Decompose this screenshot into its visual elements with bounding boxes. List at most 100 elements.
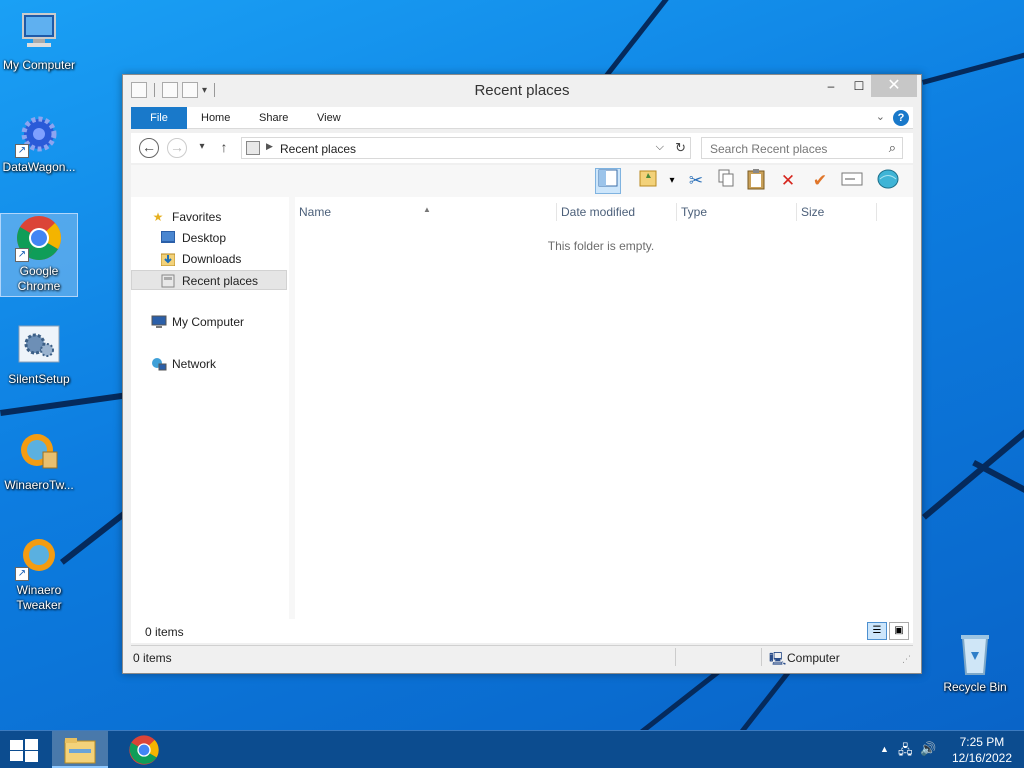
ribbon-tabs: File Home Share View ⌄ ? [131, 107, 913, 129]
nav-item-label: Desktop [182, 231, 227, 245]
preview-pane-button[interactable] [595, 168, 621, 194]
desktop-icon-label: Winaero Tweaker [16, 583, 62, 612]
desktop-icon [161, 231, 175, 245]
taskbar-file-explorer[interactable] [52, 731, 108, 768]
window-title: Recent places [474, 82, 570, 99]
nav-item-downloads[interactable]: Downloads [131, 249, 287, 269]
close-button[interactable]: ✕ [871, 75, 917, 97]
command-toolbar: ▾ ✂ ✕ ✔ [131, 165, 913, 197]
status-bar: 0 items 🖳 Computer ⋰ [131, 645, 913, 667]
column-label: Name [299, 205, 332, 219]
shortcut-arrow-icon: ↗ [15, 144, 29, 158]
back-button[interactable]: ← [139, 138, 159, 158]
address-path[interactable]: Recent places [280, 142, 356, 156]
status-location: Computer [787, 651, 840, 665]
explorer-window: ▾ Recent places – ☐ ✕ File Home Share Vi… [122, 74, 922, 674]
recent-places-icon [246, 141, 260, 155]
file-list: Name ▲ Date modified Type Size This fold… [295, 197, 913, 619]
desktop-icon-winaerotweaker-1[interactable]: WinaeroTw... [0, 428, 78, 493]
nav-item-desktop[interactable]: Desktop [131, 228, 287, 248]
resize-grip-icon[interactable]: ⋰ [902, 654, 911, 665]
sort-arrow-icon: ▲ [423, 205, 431, 214]
folder-properties-button[interactable] [635, 168, 661, 194]
nav-item-favorites[interactable]: ★ Favorites [131, 207, 287, 227]
star-icon: ★ [152, 210, 164, 224]
copy-icon[interactable] [713, 168, 739, 194]
nav-item-recent-places[interactable]: Recent places [131, 270, 287, 290]
divider [675, 648, 676, 666]
empty-folder-message: This folder is empty. [547, 239, 655, 253]
recent-locations-dropdown[interactable]: ▾ [191, 137, 213, 159]
search-input[interactable]: Search Recent places ⌕ [701, 137, 903, 159]
nav-item-label: Downloads [182, 252, 242, 266]
taskbar: ▲ 🖧 🔊 7:25 PM 12/16/2022 [0, 730, 1024, 768]
column-header-size[interactable]: Size [797, 203, 877, 221]
desktop-icon-silentsetup[interactable]: SilentSetup [0, 322, 78, 387]
taskbar-google-chrome[interactable] [116, 731, 172, 768]
chevron-down-icon[interactable]: ⌵ [656, 141, 664, 154]
network-icon[interactable]: 🖧 [898, 741, 913, 763]
clock-time: 7:25 PM [959, 735, 1005, 749]
clock[interactable]: 7:25 PM 12/16/2022 [952, 734, 1012, 766]
tab-share[interactable]: Share [245, 107, 302, 129]
desktop-icon-datawagon[interactable]: ↗ DataWagon... [0, 110, 78, 175]
volume-icon[interactable]: 🔊 [920, 741, 936, 757]
network-icon [151, 357, 167, 371]
desktop-icon-label: WinaeroTw... [4, 478, 74, 492]
search-icon[interactable]: ⌕ [889, 140, 896, 156]
refresh-icon[interactable]: ↻ [675, 140, 686, 156]
desktop-icon-label: My Computer [2, 58, 76, 72]
column-header-name[interactable]: Name ▲ [295, 203, 557, 221]
start-button[interactable] [10, 739, 38, 762]
item-count: 0 items [145, 625, 184, 639]
maximize-button[interactable]: ☐ [845, 75, 873, 97]
navigation-bar: ← → ▾ ↑ ▶ Recent places ⌵ ↻ Search Recen… [131, 133, 913, 163]
tab-file[interactable]: File [131, 107, 187, 129]
details-view-icon[interactable]: ☰ [867, 622, 887, 640]
windows-logo-icon [10, 740, 23, 750]
up-button[interactable]: ↑ [213, 137, 235, 159]
checkmark-icon[interactable]: ✔ [807, 168, 833, 194]
help-icon[interactable]: ? [893, 110, 909, 126]
tab-home[interactable]: Home [187, 107, 244, 129]
tab-view[interactable]: View [303, 107, 355, 129]
chevron-right-icon[interactable]: ▶ [266, 141, 273, 152]
desktop-icon-label: DataWagon... [2, 160, 76, 174]
rename-icon[interactable] [839, 168, 865, 194]
recycle-bin-icon [951, 630, 999, 678]
nav-item-label: Favorites [172, 210, 222, 224]
desktop-icon-google-chrome[interactable]: ↗ Google Chrome [0, 213, 78, 297]
chrome-icon [129, 735, 159, 765]
chevron-down-icon[interactable]: ▾ [659, 168, 685, 194]
nav-item-network[interactable]: Network [131, 354, 287, 374]
nav-item-my-computer[interactable]: My Computer [131, 312, 287, 332]
globe-icon[interactable] [875, 168, 901, 194]
winaero-icon [15, 428, 63, 476]
column-header-date-modified[interactable]: Date modified [557, 203, 677, 221]
delete-icon[interactable]: ✕ [775, 168, 801, 194]
downloads-icon [160, 252, 176, 267]
shortcut-arrow-icon: ↗ [15, 248, 29, 262]
desktop-icon-label: Recycle Bin [943, 680, 1007, 694]
column-header-type[interactable]: Type [677, 203, 797, 221]
status-item-count: 0 items [133, 651, 172, 665]
nav-item-label: My Computer [172, 315, 245, 329]
address-bar[interactable]: ▶ Recent places ⌵ ↻ [241, 137, 691, 159]
desktop-icon-label: Google Chrome [17, 264, 61, 293]
gear-icon: ↗ [15, 110, 63, 158]
minimize-button[interactable]: – [817, 75, 845, 97]
forward-button[interactable]: → [167, 138, 187, 158]
paste-icon[interactable] [743, 168, 769, 194]
search-placeholder: Search Recent places [710, 142, 828, 156]
large-icons-view-icon[interactable]: ▣ [889, 622, 909, 640]
desktop-icon-recycle-bin[interactable]: Recycle Bin [936, 630, 1014, 695]
file-explorer-icon [64, 738, 96, 764]
title-bar[interactable]: ▾ Recent places – ☐ ✕ [123, 75, 921, 105]
chevron-down-icon[interactable]: ⌄ [876, 110, 885, 123]
desktop-icon-my-computer[interactable]: My Computer [0, 8, 78, 73]
desktop-icon-winaero-tweaker[interactable]: ↗ Winaero Tweaker [0, 533, 78, 613]
show-hidden-icons-icon[interactable]: ▲ [880, 744, 889, 754]
chrome-icon: ↗ [15, 214, 63, 262]
shortcut-arrow-icon: ↗ [15, 567, 29, 581]
cut-icon[interactable]: ✂ [683, 168, 709, 194]
